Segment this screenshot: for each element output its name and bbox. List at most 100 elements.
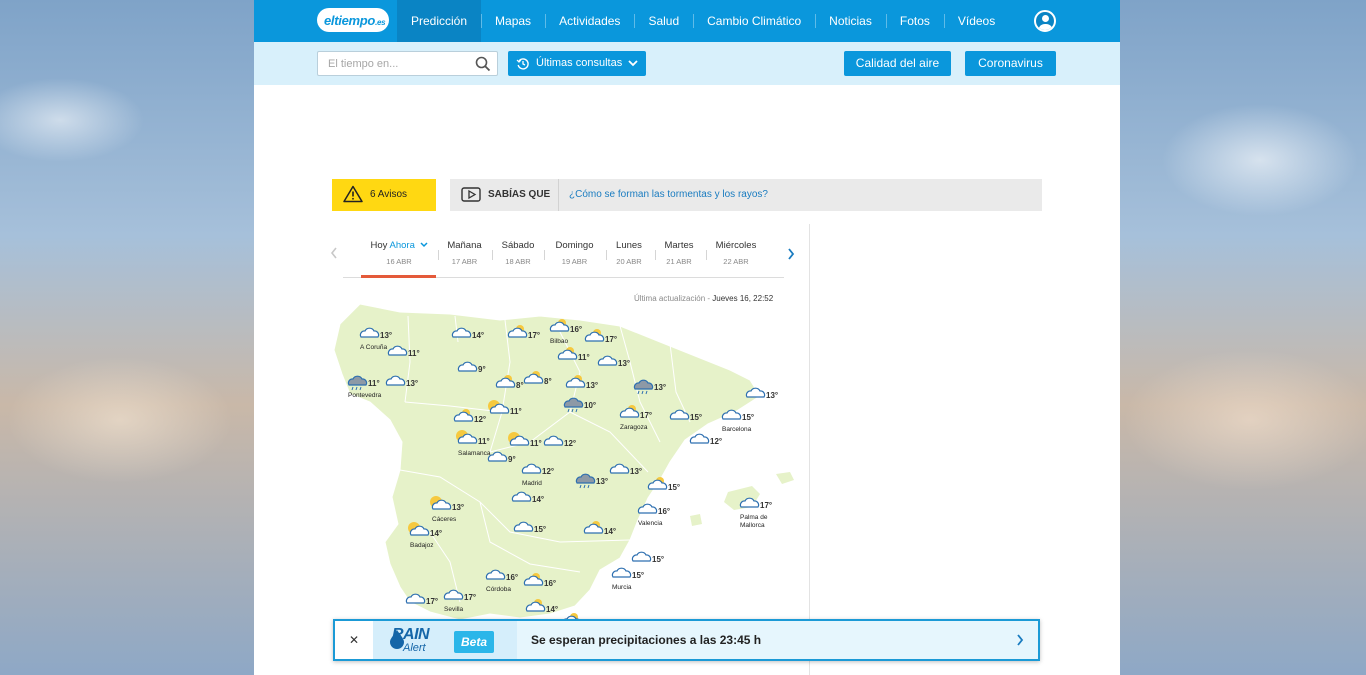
temperature-label: 13° (596, 477, 608, 486)
temperature-label: 8° (544, 377, 552, 386)
day-tab-label: Mañana (447, 240, 482, 251)
warnings-button[interactable]: 6 Avisos (332, 179, 436, 211)
temperature-label: 13° (654, 383, 666, 392)
day-tab-today[interactable]: Hoy Ahora 16 ABR (368, 240, 430, 266)
cloud-icon (611, 567, 632, 578)
temperature-label: 13° (618, 359, 630, 368)
temperature-label: 15° (652, 555, 664, 564)
now-selector[interactable]: Ahora (390, 240, 415, 251)
temperature-label: 13° (406, 379, 418, 388)
beta-badge: Beta (454, 631, 494, 653)
recent-searches-dropdown[interactable]: Últimas consultas (508, 51, 646, 76)
weather-marker[interactable]: 16° Valencia (637, 503, 670, 527)
city-label: A Coruña (360, 344, 387, 351)
day-tab-lunes[interactable]: Lunes 20 ABR (611, 240, 647, 266)
city-label: Salamanca (458, 450, 491, 457)
day-tab-date: 19 ABR (561, 257, 588, 266)
weather-marker[interactable]: 15° (631, 551, 664, 564)
banner-divider (558, 179, 559, 211)
nav-item-videos[interactable]: Vídeos (943, 0, 1009, 42)
day-tab-domingo[interactable]: Domingo 19 ABR (550, 240, 599, 266)
nav-item-salud[interactable]: Salud (634, 0, 693, 42)
weather-marker[interactable]: 15° Barcelona (721, 409, 754, 433)
tab-separator (438, 250, 439, 260)
temperature-label: 11° (530, 439, 542, 448)
tab-separator (544, 250, 545, 260)
search-box (317, 51, 498, 76)
temperature-label: 12° (474, 415, 486, 424)
day-tab-miercoles[interactable]: Miércoles 22 ABR (713, 240, 759, 266)
temperature-label: 9° (508, 455, 516, 464)
temperature-label: 17° (640, 411, 652, 420)
day-tab-sabado[interactable]: Sábado 18 ABR (498, 240, 538, 266)
temperature-label: 9° (478, 365, 486, 374)
video-play-icon (461, 187, 481, 202)
city-label: Córdoba (486, 586, 511, 593)
did-you-know-link[interactable]: ¿Cómo se forman las tormentas y los rayo… (569, 189, 768, 200)
day-tab-martes[interactable]: Martes 21 ABR (660, 240, 698, 266)
city-label: Sevilla (444, 606, 464, 613)
rain-alert-message: Se esperan precipitaciones a las 23:45 h (531, 633, 762, 647)
chevron-right-icon[interactable] (787, 248, 795, 260)
temperature-label: 16° (544, 579, 556, 588)
temperature-label: 11° (408, 349, 420, 358)
nav-menu: Predicción Mapas Actividades Salud Cambi… (397, 0, 1009, 42)
chevron-down-icon (628, 60, 638, 67)
city-label: Valencia (638, 520, 663, 527)
weather-marker[interactable]: 12° (689, 433, 722, 446)
cloud-icon (689, 433, 710, 444)
temperature-label: 16° (570, 325, 582, 334)
city-label: Zaragoza (620, 424, 648, 431)
city-label: Cáceres (432, 516, 457, 523)
temperature-label: 13° (630, 467, 642, 476)
search-icon[interactable] (475, 56, 491, 72)
active-tab-indicator (361, 275, 436, 278)
day-tab-date: 16 ABR (386, 257, 412, 266)
nav-item-noticias[interactable]: Noticias (815, 0, 886, 42)
temperature-label: 11° (578, 353, 590, 362)
day-tab-label: Miércoles (715, 240, 757, 251)
temperature-label: 11° (478, 437, 490, 446)
chevron-left-icon[interactable] (330, 247, 338, 259)
city-label: Mallorca (740, 522, 765, 529)
user-icon[interactable] (1034, 10, 1056, 32)
city-label: Bilbao (550, 338, 568, 345)
temperature-label: 15° (742, 413, 754, 422)
close-button[interactable]: ✕ (335, 621, 373, 659)
weather-marker[interactable]: 15°Murcia (611, 567, 644, 591)
nav-item-actividades[interactable]: Actividades (545, 0, 634, 42)
nav-item-cambio-climatico[interactable]: Cambio Climático (693, 0, 815, 42)
temperature-label: 12° (710, 437, 722, 446)
temperature-label: 14° (472, 331, 484, 340)
rain-alert-sub: Alert (403, 642, 426, 654)
temperature-label: 14° (532, 495, 544, 504)
site-logo[interactable]: eltiempo.es (317, 8, 391, 32)
temperature-label: 14° (430, 529, 442, 538)
history-icon (516, 58, 529, 70)
menorca-shape (776, 472, 794, 484)
day-tab-date: 17 ABR (451, 257, 478, 266)
rain-alert-bar[interactable]: ✕ RAIN Alert Beta Se esperan precipitaci… (333, 619, 1040, 661)
temperature-label: 17° (464, 593, 476, 602)
air-quality-button[interactable]: Calidad del aire (844, 51, 951, 76)
tab-separator (492, 250, 493, 260)
temperature-label: 15° (690, 413, 702, 422)
weather-marker[interactable]: 17° Palma deMallorca (739, 497, 772, 529)
tab-separator (706, 250, 707, 260)
nav-item-fotos[interactable]: Fotos (885, 0, 944, 42)
temperature-label: 14° (604, 527, 616, 536)
nav-item-mapas[interactable]: Mapas (481, 0, 545, 42)
search-input[interactable] (318, 52, 468, 75)
temperature-label: 12° (564, 439, 576, 448)
chevron-down-icon (419, 242, 428, 248)
recent-searches-label: Últimas consultas (536, 57, 623, 69)
temperature-label: 15° (632, 571, 644, 580)
coronavirus-button[interactable]: Coronavirus (965, 51, 1056, 76)
temperature-label: 15° (668, 483, 680, 492)
chevron-right-icon[interactable] (1016, 634, 1024, 646)
temperature-label: 13° (452, 503, 464, 512)
day-tab-manana[interactable]: Mañana 17 ABR (444, 240, 485, 266)
day-tab-label: Domingo (555, 240, 594, 251)
day-tab-label: Martes (664, 240, 694, 251)
nav-item-prediccion[interactable]: Predicción (397, 0, 482, 42)
